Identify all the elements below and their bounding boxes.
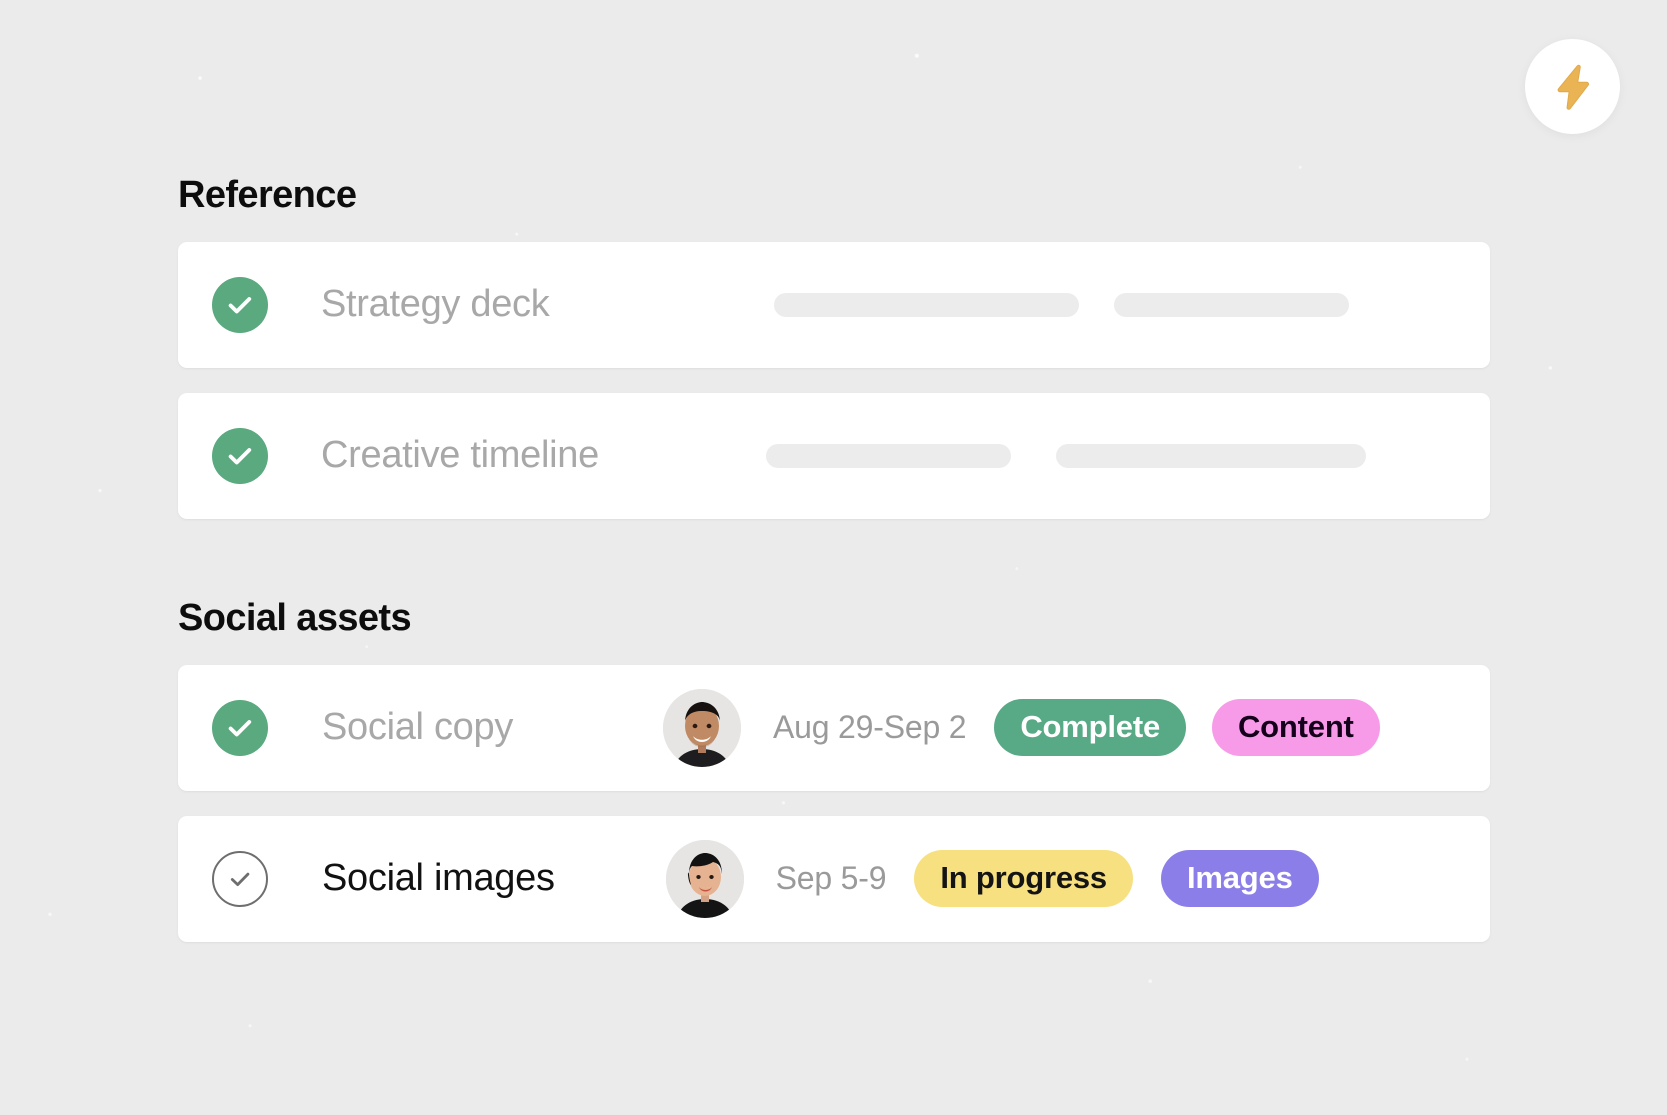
task-date: Sep 5-9 xyxy=(775,860,887,897)
quick-action-bolt-button[interactable] xyxy=(1525,39,1620,134)
task-row-social-images[interactable]: Social images Sep 5-9 In progress Images xyxy=(178,815,1490,942)
section-title-social-assets: Social assets xyxy=(178,597,412,639)
task-row-social-copy[interactable]: Social copy Aug 29-Sep 2 Complete Conten… xyxy=(178,664,1490,791)
placeholder-bar xyxy=(774,292,1080,317)
placeholder-bar xyxy=(1114,292,1350,317)
task-label: Social images xyxy=(322,857,555,900)
section-reference: Reference Strategy deck Creative timelin… xyxy=(178,174,1490,544)
task-label: Social copy xyxy=(322,706,514,749)
check-circle-filled-icon[interactable] xyxy=(212,427,268,484)
task-row-strategy-deck[interactable]: Strategy deck xyxy=(178,241,1490,368)
task-label: Strategy deck xyxy=(321,283,550,326)
check-circle-outline-icon[interactable] xyxy=(212,850,268,907)
task-label: Creative timeline xyxy=(321,434,599,477)
category-badge[interactable]: Content xyxy=(1212,699,1380,757)
check-circle-filled-icon[interactable] xyxy=(212,699,268,756)
check-circle-filled-icon[interactable] xyxy=(212,276,268,333)
lightning-bolt-icon xyxy=(1553,64,1593,110)
task-row-creative-timeline[interactable]: Creative timeline xyxy=(178,392,1490,519)
task-meta: Aug 29-Sep 2 Complete Content xyxy=(663,688,1380,767)
avatar[interactable] xyxy=(665,839,744,918)
task-list-page: Reference Strategy deck Creative timelin… xyxy=(0,0,1667,1115)
section-title-reference: Reference xyxy=(178,174,357,216)
category-badge[interactable]: Images xyxy=(1160,850,1319,908)
avatar[interactable] xyxy=(663,688,742,767)
section-social-assets: Social assets Social copy Aug 29-Sep 2 C… xyxy=(178,597,1490,967)
task-meta: Sep 5-9 In progress Images xyxy=(665,839,1319,918)
placeholder-bar xyxy=(765,443,1011,468)
task-date: Aug 29-Sep 2 xyxy=(773,709,967,746)
status-badge[interactable]: Complete xyxy=(994,699,1186,757)
placeholder-bar xyxy=(1055,443,1366,468)
status-badge[interactable]: In progress xyxy=(914,850,1133,908)
